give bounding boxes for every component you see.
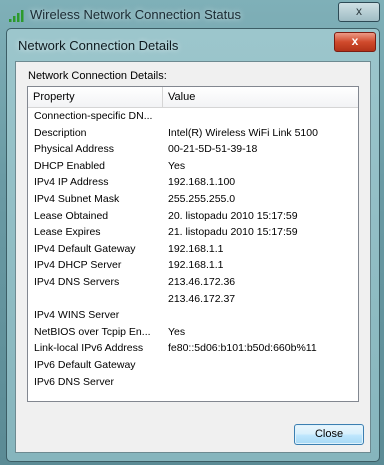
row-value: 20. listopadu 2010 15:17:59 [168,209,298,222]
table-row[interactable]: IPv4 Subnet Mask 255.255.255.0 [28,191,358,208]
row-property: IPv4 Default Gateway [34,242,136,255]
close-icon: x [351,34,359,48]
listview-rows: Connection-specific DN... Description Inte… [28,108,358,390]
network-details-dialog: Network Connection Details x Network Con… [6,28,380,462]
table-row[interactable]: Description Intel(R) Wireless WiFi Link 5… [28,125,358,142]
dialog-close-button[interactable]: x [334,32,376,52]
row-property: Description [34,126,87,139]
row-property: DHCP Enabled [34,159,106,172]
close-icon: x [356,4,362,18]
table-row[interactable]: Lease Expires 21. listopadu 2010 15:17:59 [28,224,358,241]
dialog-title: Network Connection Details [18,38,179,53]
table-row[interactable]: Physical Address 00-21-5D-51-39-18 [28,141,358,158]
table-row[interactable]: IPv4 Default Gateway 192.168.1.1 [28,241,358,258]
outer-close-button[interactable]: x [338,2,380,22]
row-property: Lease Expires [34,226,101,239]
row-value: Yes [168,159,186,172]
row-value: Intel(R) Wireless WiFi Link 5100 [168,126,318,139]
close-button[interactable]: Close [294,424,364,445]
row-value: 213.46.172.37 [168,292,236,305]
outer-window-title: Wireless Network Connection Status [30,7,241,22]
row-property: Physical Address [34,143,114,156]
column-header-property[interactable]: Property [28,87,163,107]
table-row[interactable]: IPv4 DHCP Server 192.168.1.1 [28,257,358,274]
row-value: 21. listopadu 2010 15:17:59 [168,226,298,239]
table-row[interactable]: IPv6 DNS Server [28,374,358,391]
table-row[interactable]: IPv6 Default Gateway [28,357,358,374]
row-value: 192.168.1.1 [168,242,224,255]
row-value: 00-21-5D-51-39-18 [168,143,258,156]
table-row[interactable]: IPv4 IP Address 192.168.1.100 [28,174,358,191]
row-property: IPv4 IP Address [34,176,109,189]
table-row[interactable]: IPv4 DNS Servers 213.46.172.36 [28,274,358,291]
table-row[interactable]: Lease Obtained 20. listopadu 2010 15:17:5… [28,208,358,225]
listview-header: Property Value [28,87,358,108]
row-value: Yes [168,325,186,338]
details-label: Network Connection Details: [28,70,167,82]
row-property: NetBIOS over Tcpip En... [34,325,151,338]
dialog-body: Network Connection Details: Property Val… [15,61,371,453]
row-property: Link-local IPv6 Address [34,342,144,355]
table-row[interactable]: Connection-specific DN... [28,108,358,125]
row-property: IPv6 Default Gateway [34,358,136,371]
row-value: fe80::5d06:b101:b50d:660b%11 [168,342,317,355]
row-value: 213.46.172.36 [168,275,236,288]
table-row[interactable]: IPv4 WINS Server [28,307,358,324]
row-property: IPv4 Subnet Mask [34,192,120,205]
wireless-status-window: Wireless Network Connection Status x Net… [0,0,384,465]
row-property: IPv6 DNS Server [34,375,114,388]
outer-titlebar[interactable]: Wireless Network Connection Status x [0,0,384,30]
row-property: Connection-specific DN... [34,110,153,122]
column-header-value[interactable]: Value [163,87,358,107]
table-row[interactable]: 213.46.172.37 [28,291,358,308]
row-value: 192.168.1.100 [168,176,236,189]
details-listview[interactable]: Property Value Connection-specific DN...… [27,86,359,402]
wifi-signal-icon [9,10,24,22]
row-property: IPv4 WINS Server [34,309,120,322]
row-property: IPv4 DNS Servers [34,275,120,288]
row-value: 255.255.255.0 [168,192,236,205]
table-row[interactable]: Link-local IPv6 Address fe80::5d06:b101:b… [28,340,358,357]
row-value: 192.168.1.1 [168,259,224,272]
row-property: IPv4 DHCP Server [34,259,122,272]
table-row[interactable]: DHCP Enabled Yes [28,158,358,175]
table-row[interactable]: NetBIOS over Tcpip En... Yes [28,324,358,341]
row-property: Lease Obtained [34,209,109,222]
